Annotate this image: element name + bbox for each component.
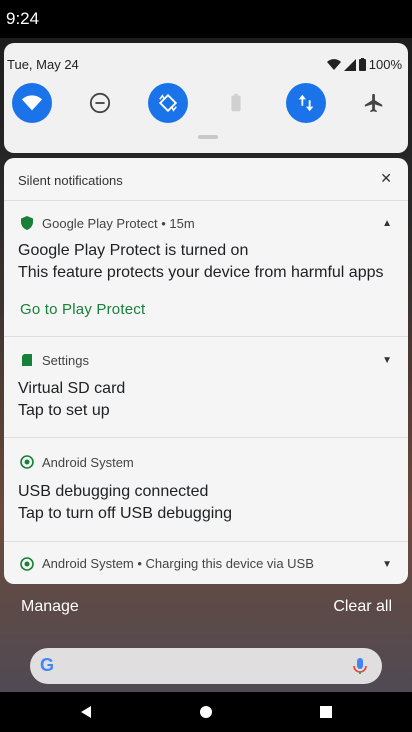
android-system-icon (20, 455, 34, 469)
battery-icon (358, 58, 366, 71)
close-icon[interactable]: ✕ (380, 170, 392, 187)
notification-app-name: Settings (42, 353, 89, 368)
notification-title: Virtual SD card (18, 380, 126, 397)
mobile-data-tile[interactable] (286, 83, 326, 123)
expand-icon[interactable]: ▼ (382, 559, 392, 570)
sd-card-icon (22, 354, 32, 366)
android-system-icon (20, 557, 34, 571)
recents-button[interactable] (316, 702, 336, 722)
status-bar: 9:24 (0, 0, 412, 38)
google-search-bar[interactable]: G (30, 648, 382, 684)
notification-text: Tap to set up (18, 402, 110, 419)
navigation-bar (0, 692, 412, 732)
mobile-data-icon (298, 94, 314, 112)
google-logo-icon: G (40, 655, 55, 675)
shield-icon (21, 216, 33, 230)
notification-title: Google Play Protect is turned on (18, 242, 249, 259)
notification-settings[interactable]: Settings ▼ Virtual SD card Tap to set up (4, 336, 408, 436)
battery-percent: 100% (368, 57, 402, 72)
status-time: 9:24 (6, 9, 40, 28)
notification-app-name: Android System • Charging this device vi… (42, 556, 314, 571)
mic-icon[interactable] (350, 656, 370, 676)
notification-app-name: Google Play Protect • 15m (42, 216, 195, 231)
battery-saver-icon (231, 93, 241, 112)
notification-panel: Silent notifications ✕ Google Play Prote… (4, 158, 408, 584)
dnd-tile[interactable] (80, 83, 120, 123)
notification-play-protect[interactable]: Google Play Protect • 15m ▲ Google Play … (4, 200, 408, 336)
qs-status-icons: 100% (326, 57, 402, 72)
wifi-icon (21, 95, 43, 111)
back-icon (81, 706, 91, 718)
airplane-mode-tile[interactable] (354, 83, 394, 123)
quick-settings-panel: Tue, May 24 100% (4, 43, 408, 153)
notification-charging[interactable]: Android System • Charging this device vi… (4, 541, 408, 584)
recents-icon (320, 706, 332, 718)
notification-text: Tap to turn off USB debugging (18, 505, 233, 522)
do-not-disturb-icon (89, 92, 111, 114)
battery-saver-tile[interactable] (216, 83, 256, 123)
back-button[interactable] (76, 702, 96, 722)
airplane-icon (364, 93, 383, 113)
expand-icon[interactable]: ▼ (382, 355, 392, 366)
auto-rotate-tile[interactable] (148, 83, 188, 123)
notification-app-name: Android System (42, 455, 134, 470)
notification-text: This feature protects your device from h… (18, 264, 384, 281)
home-icon (200, 706, 212, 718)
collapse-icon[interactable]: ▲ (382, 218, 392, 229)
notification-title: USB debugging connected (18, 483, 209, 500)
qs-date: Tue, May 24 (7, 57, 79, 72)
manage-button[interactable]: Manage (21, 598, 79, 616)
drag-handle[interactable] (198, 135, 218, 139)
clear-all-button[interactable]: Clear all (333, 598, 392, 616)
wifi-signal-icon (326, 58, 341, 70)
cell-signal-icon (343, 58, 356, 71)
auto-rotate-icon (158, 93, 178, 113)
notification-usb-debugging[interactable]: Android System USB debugging connected T… (4, 437, 408, 541)
silent-notifications-header: Silent notifications (18, 173, 123, 188)
wifi-tile[interactable] (12, 83, 52, 123)
home-button[interactable] (196, 702, 216, 722)
go-to-play-protect-button[interactable]: Go to Play Protect (20, 301, 145, 318)
